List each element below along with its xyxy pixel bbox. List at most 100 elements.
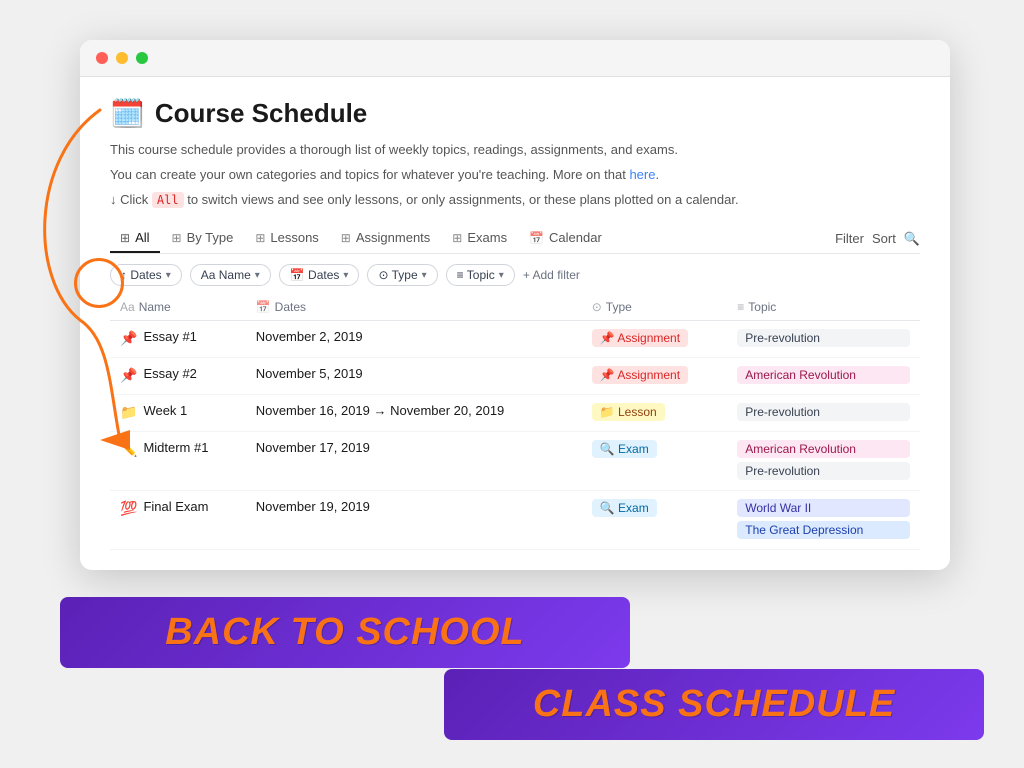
row-type-cell: 📌 Assignment — [582, 358, 728, 395]
filter-dates-label: 📅 Dates — [290, 268, 340, 282]
row-type-cell: 🔍 Exam — [582, 432, 728, 491]
type-tag[interactable]: 🔍 Exam — [592, 499, 657, 517]
tab-all-icon: ⊞ — [120, 231, 130, 245]
topic-tag[interactable]: Pre-revolution — [737, 462, 910, 480]
chevron-down-icon: ▾ — [343, 270, 348, 281]
page-icon: 🗓️ — [110, 97, 145, 130]
add-filter-label: + Add filter — [523, 268, 580, 282]
table-row: ✏️ Midterm #1 November 17, 2019 🔍 Exam A… — [110, 432, 920, 491]
filter-name[interactable]: Aa Name ▾ — [190, 264, 271, 286]
row-name-cell: 📌 Essay #1 — [110, 321, 246, 358]
topic-tag[interactable]: Pre-revolution — [737, 329, 910, 347]
description-line-2: You can create your own categories and t… — [110, 165, 920, 186]
col-type-header: ⊙Type — [582, 294, 728, 321]
all-badge[interactable]: All — [152, 192, 184, 208]
row-emoji: 📌 — [120, 367, 137, 384]
chevron-down-icon: ▾ — [422, 270, 427, 281]
row-topic-cell: World War II The Great Depression — [727, 491, 920, 550]
page-header: 🗓️ Course Schedule — [110, 97, 920, 130]
minimize-button[interactable] — [116, 52, 128, 64]
page-title: Course Schedule — [155, 98, 367, 129]
maximize-button[interactable] — [136, 52, 148, 64]
here-link[interactable]: here — [629, 167, 655, 182]
tab-all-label: All — [135, 230, 149, 245]
topic-tag[interactable]: Pre-revolution — [737, 403, 910, 421]
chevron-down-icon: ▾ — [255, 270, 260, 281]
row-name-cell: 📁 Week 1 — [110, 395, 246, 432]
row-name-cell: ✏️ Midterm #1 — [110, 432, 246, 491]
row-name-cell: 💯 Final Exam — [110, 491, 246, 550]
description-line-3: ↓ Click All to switch views and see only… — [110, 190, 920, 211]
schedule-table: AaName 📅Dates ⊙Type ≡Topic 📌 Essay #1 No… — [110, 294, 920, 550]
sort-button[interactable]: Sort — [872, 231, 896, 246]
table-row: 💯 Final Exam November 19, 2019 🔍 Exam Wo… — [110, 491, 920, 550]
row-dates-cell: November 2, 2019 — [246, 321, 582, 358]
tab-exams[interactable]: ⊞ Exams — [442, 224, 517, 253]
topic-tag[interactable]: American Revolution — [737, 366, 910, 384]
tab-exams-icon: ⊞ — [452, 231, 462, 245]
row-topic-cell: American Revolution — [727, 358, 920, 395]
row-name-text[interactable]: Essay #1 — [143, 329, 196, 344]
tab-calendar-label: Calendar — [549, 230, 602, 245]
type-tag[interactable]: 📌 Assignment — [592, 329, 688, 347]
tab-exams-label: Exams — [467, 230, 507, 245]
topic-tag[interactable]: American Revolution — [737, 440, 910, 458]
row-name-text[interactable]: Essay #2 — [143, 366, 196, 381]
close-button[interactable] — [96, 52, 108, 64]
row-dates-cell: November 19, 2019 — [246, 491, 582, 550]
row-name-text[interactable]: Midterm #1 — [143, 440, 208, 455]
row-topic-cell: Pre-revolution — [727, 321, 920, 358]
row-type-cell: 🔍 Exam — [582, 491, 728, 550]
filter-dates[interactable]: 📅 Dates ▾ — [279, 264, 360, 286]
tab-by-type[interactable]: ⊞ By Type — [162, 224, 244, 253]
col-name-header: AaName — [110, 294, 246, 321]
type-tag[interactable]: 📁 Lesson — [592, 403, 665, 421]
type-tag[interactable]: 📌 Assignment — [592, 366, 688, 384]
row-dates-cell: November 16, 2019 → November 20, 2019 — [246, 395, 582, 432]
col-topic-header: ≡Topic — [727, 294, 920, 321]
row-name-cell: 📌 Essay #2 — [110, 358, 246, 395]
type-tag[interactable]: 🔍 Exam — [592, 440, 657, 458]
filter-dates-asc[interactable]: ↑ Dates ▾ — [110, 264, 182, 286]
app-window: 🗓️ Course Schedule This course schedule … — [80, 40, 950, 570]
tab-actions: Filter Sort 🔍 — [835, 231, 920, 247]
row-emoji: 💯 — [120, 500, 137, 517]
filter-bar: ↑ Dates ▾ Aa Name ▾ 📅 Dates ▾ ⊙ Type ▾ ≡… — [110, 254, 920, 294]
filter-type-label: ⊙ Type — [378, 268, 417, 282]
row-dates-cell: November 17, 2019 — [246, 432, 582, 491]
topic-tag[interactable]: World War II — [737, 499, 910, 517]
row-type-cell: 📌 Assignment — [582, 321, 728, 358]
row-name-text[interactable]: Final Exam — [143, 499, 208, 514]
tab-lessons-label: Lessons — [270, 230, 318, 245]
row-name-text[interactable]: Week 1 — [143, 403, 187, 418]
filter-type[interactable]: ⊙ Type ▾ — [367, 264, 437, 286]
add-filter-button[interactable]: + Add filter — [523, 268, 580, 282]
search-icon[interactable]: 🔍 — [904, 231, 920, 247]
table-row: 📌 Essay #2 November 5, 2019 📌 Assignment… — [110, 358, 920, 395]
tab-assignments-label: Assignments — [356, 230, 430, 245]
row-topic-cell: American Revolution Pre-revolution — [727, 432, 920, 491]
tab-group: ⊞ All ⊞ By Type ⊞ Lessons ⊞ Assignments … — [110, 224, 835, 253]
tab-calendar-icon: 📅 — [529, 231, 544, 245]
row-topic-cell: Pre-revolution — [727, 395, 920, 432]
row-type-cell: 📁 Lesson — [582, 395, 728, 432]
tab-lessons[interactable]: ⊞ Lessons — [245, 224, 328, 253]
tab-all[interactable]: ⊞ All — [110, 224, 160, 253]
row-emoji: ✏️ — [120, 441, 137, 458]
tab-bytype-icon: ⊞ — [172, 231, 182, 245]
filter-name-label: Aa Name — [201, 268, 251, 282]
filter-topic-label: ≡ Topic — [457, 268, 495, 282]
back-to-school-banner: BACK TO SCHOOL — [60, 597, 630, 668]
table-row: 📌 Essay #1 November 2, 2019 📌 Assignment… — [110, 321, 920, 358]
table-row: 📁 Week 1 November 16, 2019 → November 20… — [110, 395, 920, 432]
filter-button[interactable]: Filter — [835, 231, 864, 246]
class-schedule-banner: CLASS SCHEDULE — [444, 669, 984, 740]
row-dates-cell: November 5, 2019 — [246, 358, 582, 395]
filter-dates-asc-label: ↑ Dates — [121, 268, 162, 282]
tab-assignments[interactable]: ⊞ Assignments — [331, 224, 440, 253]
filter-topic[interactable]: ≡ Topic ▾ — [446, 264, 515, 286]
tab-calendar[interactable]: 📅 Calendar — [519, 224, 612, 253]
topic-tag[interactable]: The Great Depression — [737, 521, 910, 539]
chevron-down-icon: ▾ — [166, 270, 171, 281]
row-emoji: 📁 — [120, 404, 137, 421]
